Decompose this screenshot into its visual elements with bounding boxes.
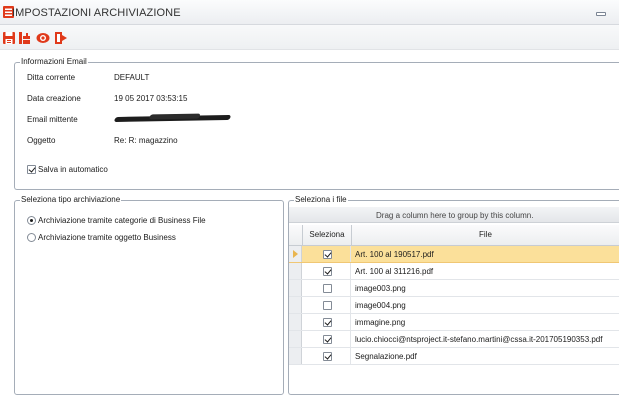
row-select-cell[interactable]	[303, 297, 351, 313]
table-row[interactable]: Segnalazione.pdf	[289, 348, 619, 365]
radio-business-file[interactable]	[27, 216, 36, 225]
row-indicator-icon	[289, 348, 302, 364]
row-indicator-header	[289, 225, 303, 245]
exit-icon[interactable]	[54, 31, 68, 45]
title-bar: IMPOSTAZIONI ARCHIVIAZIONE	[0, 0, 619, 25]
group-by-panel[interactable]: Drag a column here to group by this colu…	[289, 207, 619, 223]
row-select-cell[interactable]	[303, 331, 351, 347]
autosave-checkbox[interactable]	[27, 165, 36, 174]
row-select-checkbox[interactable]	[323, 301, 332, 310]
save-icon[interactable]	[2, 31, 16, 45]
row-select-checkbox[interactable]	[323, 250, 332, 259]
table-row[interactable]: image003.png	[289, 280, 619, 297]
email-info-legend: Informazioni Email	[21, 57, 87, 66]
table-row[interactable]: Art. 100 al 190517.pdf	[289, 246, 619, 263]
radio-oggetto-business-label[interactable]: Archiviazione tramite oggetto Business	[38, 233, 176, 242]
data-creazione-value: 19 05 2017 03:53:15	[114, 94, 188, 103]
row-select-checkbox[interactable]	[323, 267, 332, 276]
row-select-cell[interactable]	[303, 314, 351, 330]
group-by-hint: Drag a column here to group by this colu…	[376, 211, 534, 220]
radio-oggetto-business[interactable]	[27, 233, 36, 242]
table-row[interactable]: image004.png	[289, 297, 619, 314]
row-file-name: Art. 100 al 190517.pdf	[355, 250, 434, 259]
ditta-value: DEFAULT	[114, 73, 150, 82]
row-file-name: image004.png	[355, 301, 406, 310]
view-icon[interactable]	[36, 31, 50, 45]
ditta-label: Ditta corrente	[27, 73, 76, 82]
row-select-checkbox[interactable]	[323, 284, 332, 293]
row-indicator-icon	[289, 314, 302, 330]
row-indicator-icon	[289, 331, 302, 347]
row-indicator-icon	[289, 297, 302, 313]
row-indicator-icon	[289, 246, 302, 262]
row-select-cell[interactable]	[303, 246, 351, 262]
column-headers: Seleziona File	[289, 225, 619, 246]
row-file-name: Segnalazione.pdf	[355, 352, 417, 361]
column-header-file[interactable]: File	[352, 225, 619, 245]
row-select-checkbox[interactable]	[323, 318, 332, 327]
autosave-label[interactable]: Salva in automatico	[38, 165, 108, 174]
column-header-seleziona[interactable]: Seleziona	[303, 225, 352, 245]
row-indicator-icon	[289, 263, 302, 279]
files-legend: Seleziona i file	[295, 195, 347, 204]
data-creazione-label: Data creazione	[27, 94, 81, 103]
email-mittente-label: Email mittente	[27, 115, 78, 124]
files-grid: Drag a column here to group by this colu…	[289, 207, 619, 385]
row-select-cell[interactable]	[303, 263, 351, 279]
table-row[interactable]: Art. 100 al 311216.pdf	[289, 263, 619, 280]
window-title: IMPOSTAZIONI ARCHIVIAZIONE	[12, 7, 181, 19]
table-row[interactable]: lucio.chiocci@ntsproject.it-stefano.mart…	[289, 331, 619, 348]
row-file-name: immagine.png	[355, 318, 406, 327]
archive-tool-icon[interactable]	[17, 31, 31, 45]
row-select-cell[interactable]	[303, 348, 351, 364]
row-file-name: image003.png	[355, 284, 406, 293]
oggetto-value: Re: R: magazzino	[114, 136, 178, 145]
row-file-name: Art. 100 al 311216.pdf	[355, 267, 434, 276]
row-indicator-icon	[289, 280, 302, 296]
minimize-icon[interactable]	[594, 8, 607, 18]
row-select-checkbox[interactable]	[323, 335, 332, 344]
archive-type-group: Seleziona tipo archiviazione	[14, 195, 284, 395]
row-file-name: lucio.chiocci@ntsproject.it-stefano.mart…	[355, 335, 603, 344]
table-row[interactable]: immagine.png	[289, 314, 619, 331]
row-select-cell[interactable]	[303, 280, 351, 296]
row-select-checkbox[interactable]	[323, 352, 332, 361]
oggetto-label: Oggetto	[27, 136, 56, 145]
radio-business-file-label[interactable]: Archiviazione tramite categorie di Busin…	[38, 216, 206, 225]
archive-type-legend: Seleziona tipo archiviazione	[21, 195, 121, 204]
toolbar	[0, 25, 619, 50]
